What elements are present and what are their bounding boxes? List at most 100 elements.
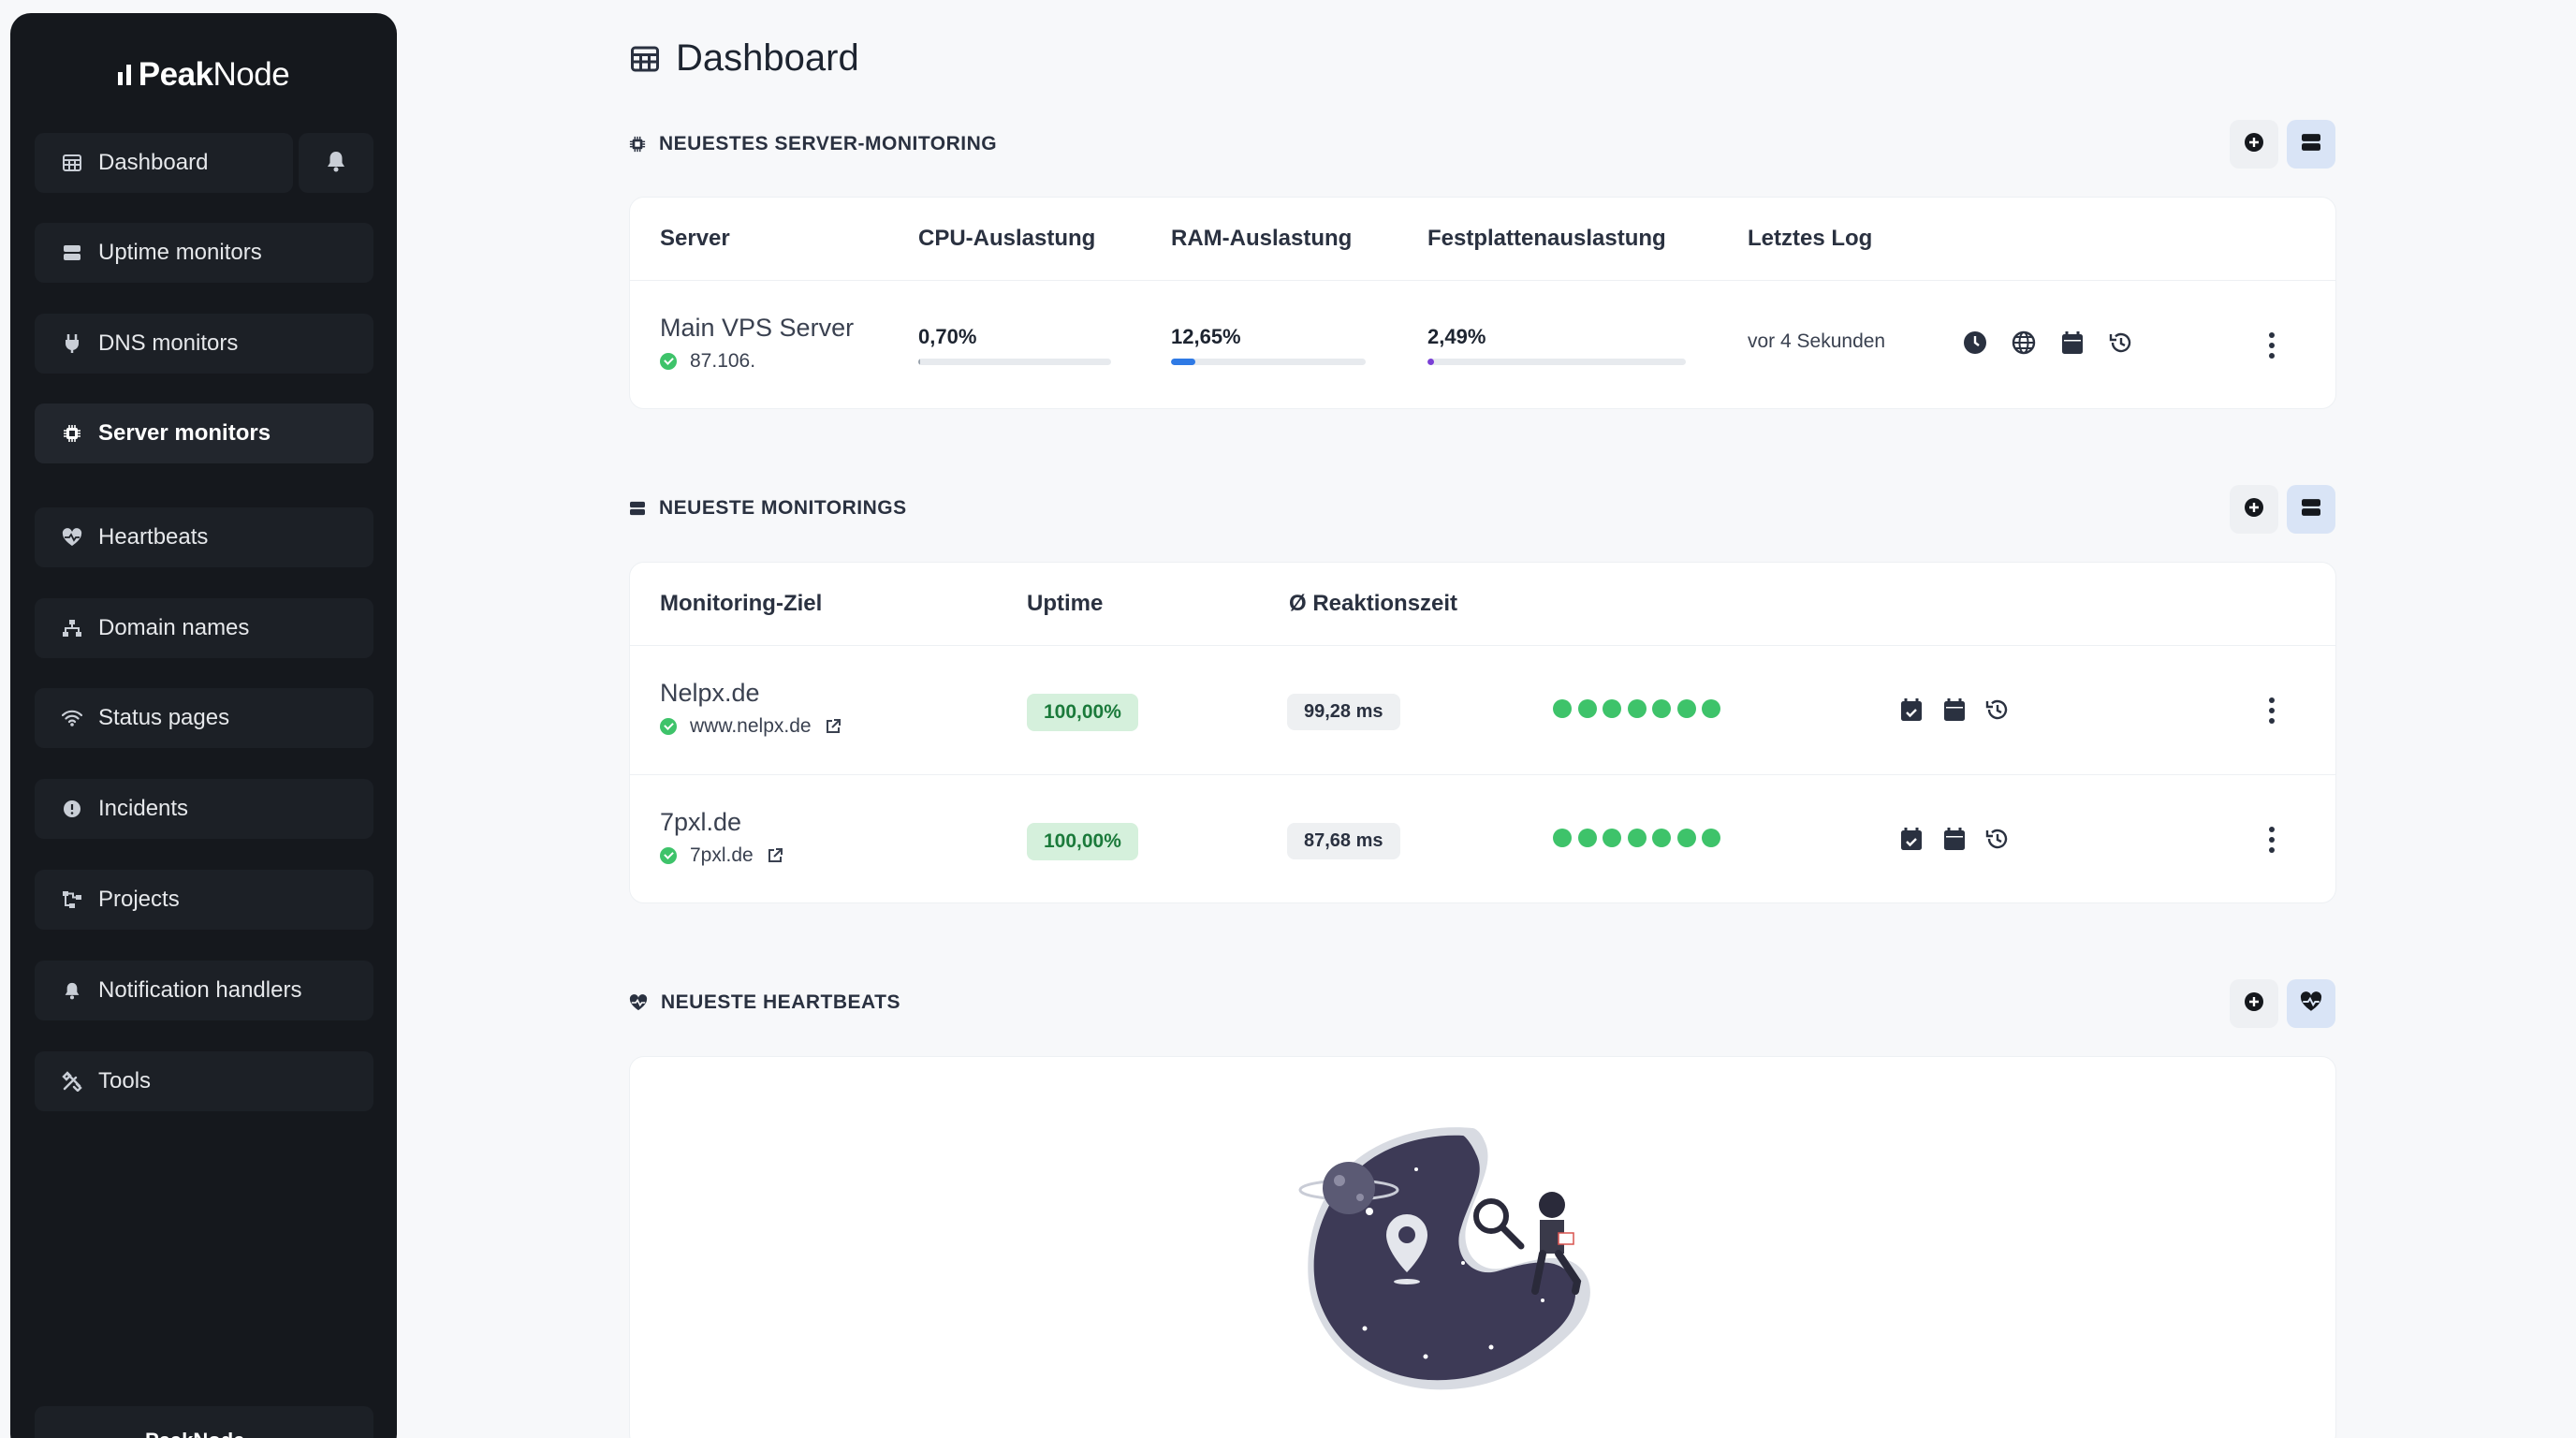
sidebar: PeakNode Dashboard Uptime monitors DNS m… xyxy=(10,13,397,1438)
empty-state-illustration xyxy=(1298,1127,1590,1390)
history-icon[interactable] xyxy=(1985,697,2010,722)
add-heartbeat-button[interactable] xyxy=(2230,979,2278,1028)
server-row-more-button[interactable] xyxy=(2266,332,2277,359)
calendar-icon[interactable] xyxy=(1942,697,1967,722)
plus-circle-icon xyxy=(2244,497,2264,522)
globe-icon[interactable] xyxy=(2012,330,2036,355)
section-title: NEUESTE MONITORINGS xyxy=(659,497,907,519)
divider xyxy=(630,280,2335,281)
check-status-dot[interactable] xyxy=(1627,829,1647,847)
heartbeats-link-button[interactable] xyxy=(2287,979,2335,1028)
alert-circle-icon xyxy=(61,798,83,820)
uptime-monitors-link-button[interactable] xyxy=(2287,485,2335,534)
history-icon[interactable] xyxy=(1985,827,2010,851)
sidebar-item-heartbeats[interactable]: Heartbeats xyxy=(35,507,373,567)
notifications-button[interactable] xyxy=(299,133,373,193)
sidebar-item-label: Tools xyxy=(98,1068,152,1093)
section-title: NEUESTES SERVER-MONITORING xyxy=(659,133,998,154)
check-status-dot[interactable] xyxy=(1553,829,1572,847)
divider xyxy=(630,774,2335,775)
check-status-dot[interactable] xyxy=(1702,699,1720,718)
monitor-name[interactable]: Nelpx.de xyxy=(660,679,842,708)
sidebar-item-label: Dashboard xyxy=(98,150,209,175)
server-monitors-link-button[interactable] xyxy=(2287,120,2335,169)
sidebar-item-incidents[interactable]: Incidents xyxy=(35,779,373,839)
sidebar-item-server-monitors[interactable]: Server monitors xyxy=(35,404,373,463)
sidebar-item-notification-handlers[interactable]: Notification handlers xyxy=(35,961,373,1020)
sidebar-item-uptime-monitors[interactable]: Uptime monitors xyxy=(35,223,373,283)
monitor-url[interactable]: www.nelpx.de xyxy=(690,715,812,738)
external-link-icon[interactable] xyxy=(825,718,842,735)
tools-icon xyxy=(61,1070,83,1093)
check-history-dots xyxy=(1553,829,1727,847)
monitor-row-more-button[interactable] xyxy=(2266,697,2277,724)
ram-usage-bar-fill xyxy=(1171,359,1196,365)
table-icon xyxy=(61,152,83,174)
logo-bars-icon xyxy=(117,56,135,94)
check-status-dot[interactable] xyxy=(1676,699,1696,718)
page-title: Dashboard xyxy=(631,37,859,80)
sidebar-item-label: Heartbeats xyxy=(98,524,209,550)
sidebar-item-status-pages[interactable]: Status pages xyxy=(35,688,373,748)
bell-icon xyxy=(326,150,346,177)
monitorings-section-heading: NEUESTE MONITORINGS xyxy=(629,497,907,520)
check-status-dot[interactable] xyxy=(1676,829,1696,847)
check-status-dot[interactable] xyxy=(1702,829,1720,847)
cpu-usage-bar-fill xyxy=(918,359,921,365)
cpu-usage-cell: 0,70% xyxy=(918,325,1111,365)
column-header: CPU-Auslastung xyxy=(918,226,1096,251)
check-status-dot[interactable] xyxy=(1553,699,1572,718)
cpu-icon xyxy=(61,422,83,445)
calendar-check-icon[interactable] xyxy=(1899,697,1924,722)
calendar-check-icon[interactable] xyxy=(1899,827,1924,851)
heartbeats-section-heading: NEUESTE HEARTBEATS xyxy=(629,991,900,1014)
sidebar-item-domain-names[interactable]: Domain names xyxy=(35,598,373,658)
calendar-icon[interactable] xyxy=(1942,827,1967,851)
cpu-icon xyxy=(629,136,646,153)
sidebar-item-dns-monitors[interactable]: DNS monitors xyxy=(35,314,373,374)
check-status-dot[interactable] xyxy=(1603,699,1621,718)
sidebar-item-label: Projects xyxy=(98,887,180,912)
add-monitor-button[interactable] xyxy=(2230,485,2278,534)
column-header: Letztes Log xyxy=(1748,226,1873,251)
check-status-dot[interactable] xyxy=(1627,699,1647,718)
monitor-name-cell: 7pxl.de 7pxl.de xyxy=(660,808,783,867)
server-row-actions xyxy=(1963,330,2133,355)
check-status-dot[interactable] xyxy=(1603,829,1621,847)
server-icon xyxy=(61,242,83,264)
clock-icon[interactable] xyxy=(1963,330,1987,355)
column-header: Ø Reaktionszeit xyxy=(1289,591,1458,616)
monitor-row-more-button[interactable] xyxy=(2266,827,2277,853)
last-log-value: vor 4 Sekunden xyxy=(1748,330,1886,352)
column-header: Monitoring-Ziel xyxy=(660,591,823,616)
bell-icon xyxy=(61,979,83,1002)
sidebar-item-label: Status pages xyxy=(98,705,230,730)
user-card-label: PeakNode xyxy=(145,1429,244,1438)
external-link-icon[interactable] xyxy=(767,847,783,864)
history-icon[interactable] xyxy=(2109,330,2133,355)
sidebar-item-dashboard[interactable]: Dashboard xyxy=(35,133,293,193)
sidebar-item-label: Uptime monitors xyxy=(98,240,262,265)
status-ok-icon xyxy=(660,353,677,370)
cpu-usage-bar xyxy=(918,359,1111,365)
check-status-dot[interactable] xyxy=(1577,829,1597,847)
sidebar-item-tools[interactable]: Tools xyxy=(35,1051,373,1111)
check-status-dot[interactable] xyxy=(1577,699,1597,718)
server-name[interactable]: Main VPS Server xyxy=(660,314,854,343)
calendar-icon[interactable] xyxy=(2060,330,2085,355)
monitor-url[interactable]: 7pxl.de xyxy=(690,844,754,867)
check-status-dot[interactable] xyxy=(1652,829,1671,847)
plug-icon xyxy=(61,332,83,355)
disk-usage-cell: 2,49% xyxy=(1427,325,1686,365)
check-status-dot[interactable] xyxy=(1652,699,1671,718)
sidebar-item-label: Domain names xyxy=(98,615,250,640)
monitor-row-actions xyxy=(1899,697,2010,722)
add-server-button[interactable] xyxy=(2230,120,2278,169)
sitemap-icon xyxy=(61,617,83,639)
section-title: NEUESTE HEARTBEATS xyxy=(661,991,900,1013)
user-card[interactable]: PeakNode xyxy=(35,1406,373,1438)
sidebar-item-label: DNS monitors xyxy=(98,330,239,356)
sidebar-item-projects[interactable]: Projects xyxy=(35,870,373,930)
app-logo[interactable]: PeakNode xyxy=(10,56,397,94)
monitor-name[interactable]: 7pxl.de xyxy=(660,808,783,837)
